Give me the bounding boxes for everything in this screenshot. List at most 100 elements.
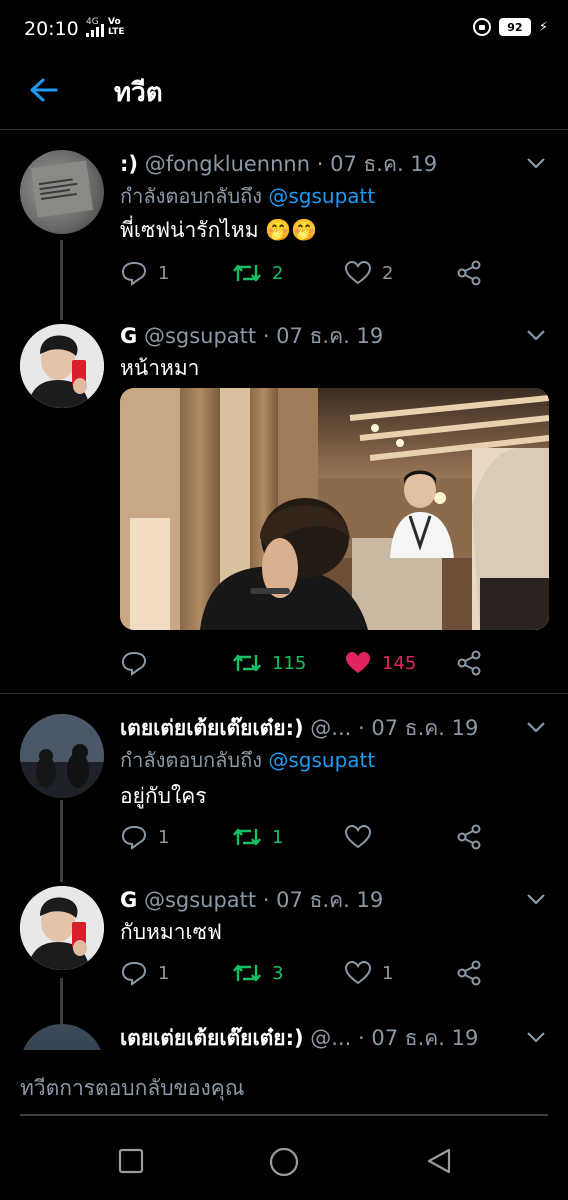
retweet-count: 3 (272, 962, 284, 984)
tweet-header: เตยเต่ยเต้ยเต๊ยเต๋ย:) @... · 07 ธ.ค. 19 (120, 1022, 532, 1050)
reply-mention[interactable]: @sgsupatt (268, 184, 375, 208)
reply-underline (20, 1114, 548, 1116)
share-button[interactable] (456, 822, 482, 852)
like-button[interactable] (344, 822, 382, 852)
reply-icon (121, 261, 147, 286)
like-count: 1 (382, 962, 394, 984)
retweet-button[interactable]: 3 (232, 958, 283, 988)
arrow-left-icon (30, 78, 58, 102)
reply-composer[interactable]: ทวีตการตอบกลับของคุณ (0, 1050, 568, 1118)
reply-count: 1 (158, 262, 170, 284)
tweet-date: · 07 ธ.ค. 19 (358, 1026, 479, 1050)
heart-filled-icon (346, 652, 370, 673)
avatar-image (20, 324, 104, 408)
retweet-button[interactable]: 2 (232, 258, 283, 288)
battery-level: 92 (507, 20, 523, 34)
back-button[interactable] (26, 72, 62, 108)
avatar[interactable] (20, 1024, 104, 1050)
like-button[interactable]: 1 (344, 958, 393, 988)
chevron-down-icon[interactable] (526, 326, 546, 341)
tweet[interactable]: G @sgsupatt · 07 ธ.ค. 19 กับหมาเซฟ 1 3 1 (0, 876, 568, 1016)
tweet-header: G @sgsupatt · 07 ธ.ค. 19 (120, 884, 383, 917)
handle[interactable]: @sgsupatt (144, 888, 256, 912)
share-icon (457, 650, 481, 676)
handle[interactable]: @... (310, 716, 351, 740)
share-button[interactable] (456, 648, 482, 678)
reply-button[interactable] (120, 648, 158, 678)
reply-input[interactable]: ทวีตการตอบกลับของคุณ (20, 1072, 244, 1105)
tweet-date: · 07 ธ.ค. 19 (358, 716, 479, 740)
reply-prefix: กำลังตอบกลับถึง (120, 184, 262, 208)
avatar[interactable] (20, 886, 104, 970)
retweet-icon (233, 828, 261, 846)
tweet-text: กับหมาเซฟ (120, 920, 222, 944)
tweet-actions: 1 2 2 (120, 258, 520, 288)
heart-outline-icon (344, 960, 372, 985)
retweet-button[interactable]: 115 (232, 648, 306, 678)
tweet[interactable]: G @sgsupatt · 07 ธ.ค. 19 หน้าหมา 115 145 (0, 312, 568, 692)
triangle-back-icon (427, 1148, 451, 1174)
display-name[interactable]: G (120, 888, 137, 912)
retweet-icon (233, 964, 261, 982)
avatar-image (30, 160, 94, 218)
avatar[interactable] (20, 714, 104, 798)
like-count: 145 (382, 652, 417, 674)
replying-to: กำลังตอบกลับถึง @sgsupatt (120, 744, 375, 776)
display-name[interactable]: เตยเต่ยเต้ยเต๊ยเต๋ย:) (120, 716, 304, 740)
tweet-text: พี่เซฟน่ารักไหม 🤭🤭 (120, 218, 318, 242)
square-icon (118, 1148, 144, 1174)
chevron-down-icon[interactable] (526, 890, 546, 905)
avatar[interactable] (20, 324, 104, 408)
reply-count: 1 (158, 826, 170, 848)
share-icon (457, 960, 481, 986)
retweet-button[interactable]: 1 (232, 822, 283, 852)
tweet-actions: 1 3 1 (120, 958, 520, 988)
recent-apps-button[interactable] (116, 1146, 146, 1176)
chevron-down-icon[interactable] (526, 154, 546, 169)
chevron-down-icon[interactable] (526, 1028, 546, 1043)
display-name[interactable]: :) (120, 152, 138, 176)
divider (0, 693, 568, 694)
avatar-image (20, 714, 104, 798)
tweet[interactable]: เตยเต่ยเต้ยเต๊ยเต๋ย:) @... · 07 ธ.ค. 19 … (0, 704, 568, 874)
reply-count: 1 (158, 962, 170, 984)
avatar[interactable] (20, 150, 104, 234)
reply-prefix: กำลังตอบกลับถึง (120, 748, 262, 772)
tweet[interactable]: :) @fongkluennnn · 07 ธ.ค. 19 กำลังตอบกล… (0, 140, 568, 310)
tweet-date: · 07 ธ.ค. 19 (316, 152, 438, 176)
like-button[interactable]: 2 (344, 258, 393, 288)
tweet-date: · 07 ธ.ค. 19 (262, 324, 384, 348)
chevron-down-icon[interactable] (526, 718, 546, 733)
share-button[interactable] (456, 958, 482, 988)
like-button[interactable]: 145 (344, 648, 416, 678)
battery-icon: 92 (498, 18, 531, 36)
reply-button[interactable]: 1 (120, 258, 169, 288)
screen-lock-icon (472, 18, 491, 36)
display-name[interactable]: G (120, 324, 137, 348)
share-button[interactable] (456, 258, 482, 288)
status-bar: 20:10 4G Vo LTE 92 ⚡ (0, 0, 568, 58)
signal-icon (86, 24, 104, 37)
reply-button[interactable]: 1 (120, 958, 169, 988)
home-button[interactable] (268, 1146, 299, 1177)
heart-outline-icon (344, 260, 372, 285)
tweet-actions: 1 1 (120, 822, 520, 852)
status-time: 20:10 (24, 18, 79, 40)
tweet-header: :) @fongkluennnn · 07 ธ.ค. 19 (120, 148, 437, 181)
like-count: 2 (382, 262, 394, 284)
tweet-date: · 07 ธ.ค. 19 (262, 888, 384, 912)
heart-outline-icon (344, 824, 372, 849)
handle[interactable]: @sgsupatt (144, 324, 256, 348)
reply-button[interactable]: 1 (120, 822, 169, 852)
reply-mention[interactable]: @sgsupatt (268, 748, 375, 772)
back-nav-button[interactable] (424, 1146, 454, 1176)
reply-icon (121, 651, 147, 676)
circle-icon (269, 1147, 299, 1177)
handle[interactable]: @... (310, 1026, 351, 1050)
handle[interactable]: @fongkluennnn (145, 152, 310, 176)
display-name[interactable]: เตยเต่ยเต้ยเต๊ยเต๋ย:) (120, 1026, 304, 1050)
tweet[interactable]: เตยเต่ยเต้ยเต๊ยเต๋ย:) @... · 07 ธ.ค. 19 (0, 1016, 568, 1050)
system-nav-bar (0, 1118, 568, 1200)
replying-to: กำลังตอบกลับถึง @sgsupatt (120, 180, 375, 212)
tweet-photo[interactable] (120, 388, 549, 630)
